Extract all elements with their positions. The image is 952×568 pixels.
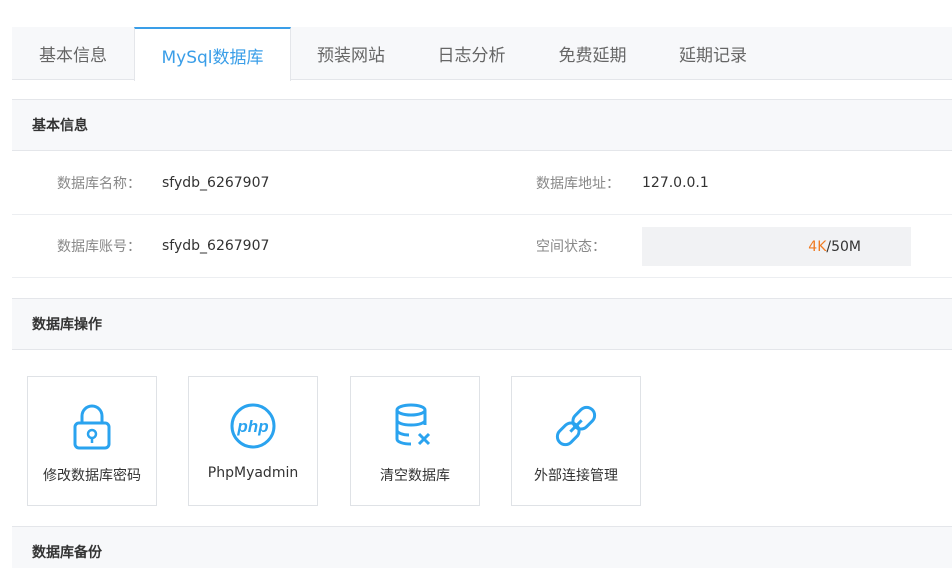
db-address-value: 127.0.0.1 bbox=[642, 175, 709, 191]
db-name-label: 数据库名称： bbox=[57, 176, 141, 192]
tab-extension-records[interactable]: 延期记录 bbox=[653, 27, 773, 80]
external-connection-label: 外部连接管理 bbox=[534, 468, 618, 484]
db-account-value: sfydb_6267907 bbox=[162, 238, 270, 254]
tab-bar: 基本信息 MySql数据库 预装网站 日志分析 免费延期 延期记录 bbox=[12, 27, 952, 81]
basic-info-title: 基本信息 bbox=[32, 118, 88, 134]
db-address-label: 数据库地址： bbox=[536, 176, 620, 192]
tab-mysql-database[interactable]: MySql数据库 bbox=[134, 27, 291, 81]
info-row-name: 数据库名称： sfydb_6267907 数据库地址： 127.0.0.1 bbox=[12, 152, 952, 215]
phpmyadmin-button[interactable]: php PhpMyadmin bbox=[188, 376, 318, 506]
db-account-label: 数据库账号： bbox=[57, 239, 141, 255]
svg-text:php: php bbox=[236, 417, 268, 436]
php-icon: php bbox=[189, 401, 317, 451]
phpmyadmin-label: PhpMyadmin bbox=[207, 465, 299, 481]
lock-icon bbox=[28, 401, 156, 451]
clear-database-label: 清空数据库 bbox=[380, 468, 450, 484]
change-password-label: 修改数据库密码 bbox=[43, 468, 141, 484]
space-used-value: 4K bbox=[808, 238, 827, 255]
backup-title: 数据库备份 bbox=[32, 545, 102, 561]
basic-info-header: 基本信息 bbox=[12, 99, 952, 151]
backup-header: 数据库备份 bbox=[12, 526, 952, 568]
external-connection-button[interactable]: 外部连接管理 bbox=[511, 376, 641, 506]
tab-log-analysis[interactable]: 日志分析 bbox=[411, 27, 532, 80]
space-status-bar: 4K/50M bbox=[642, 227, 911, 266]
tab-basic-info[interactable]: 基本信息 bbox=[12, 27, 134, 80]
operations-header: 数据库操作 bbox=[12, 298, 952, 350]
tab-preinstalled-site[interactable]: 预装网站 bbox=[291, 27, 411, 80]
database-clear-icon bbox=[351, 401, 479, 451]
link-icon bbox=[512, 401, 640, 451]
tab-free-extension[interactable]: 免费延期 bbox=[532, 27, 653, 80]
clear-database-button[interactable]: 清空数据库 bbox=[350, 376, 480, 506]
info-row-account: 数据库账号： sfydb_6267907 空间状态： 4K/50M bbox=[12, 215, 952, 278]
space-total-value: /50M bbox=[826, 238, 861, 255]
change-password-button[interactable]: 修改数据库密码 bbox=[27, 376, 157, 506]
db-name-value: sfydb_6267907 bbox=[162, 175, 270, 191]
space-status-label: 空间状态： bbox=[536, 239, 606, 255]
operations-title: 数据库操作 bbox=[32, 317, 102, 333]
